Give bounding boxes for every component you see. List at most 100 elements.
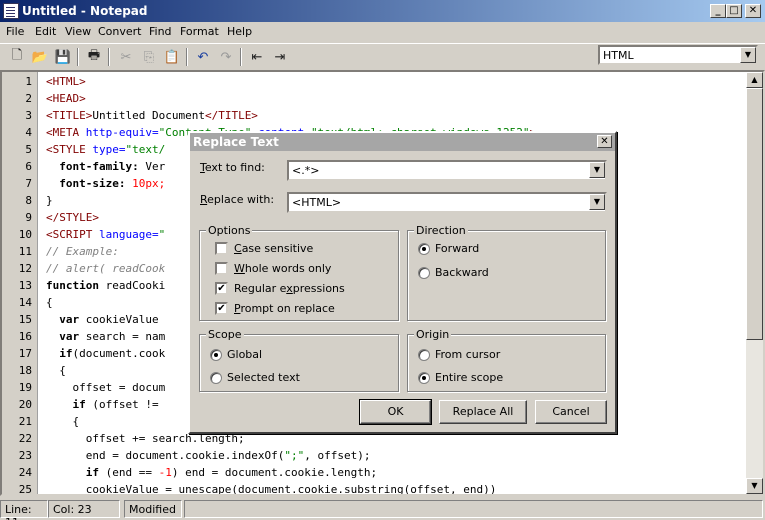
code-token: { bbox=[46, 364, 66, 377]
entire-scope-label[interactable]: Entire scope bbox=[435, 371, 503, 384]
scroll-up-arrow-icon[interactable]: ▲ bbox=[746, 72, 763, 88]
code-token: type= bbox=[85, 143, 126, 156]
code-line[interactable]: <HEAD> bbox=[46, 92, 86, 105]
menu-bar: File Edit View Convert Find Format Help bbox=[0, 22, 765, 41]
cut-icon[interactable]: ✂ bbox=[117, 48, 135, 66]
menu-view[interactable]: View bbox=[65, 25, 91, 38]
code-line[interactable]: { bbox=[46, 415, 79, 428]
dialog-close-button[interactable]: ✕ bbox=[597, 135, 612, 148]
paste-icon[interactable]: 📋 bbox=[163, 48, 181, 66]
vertical-scrollbar[interactable]: ▲ ▼ bbox=[746, 72, 763, 494]
menu-edit[interactable]: Edit bbox=[35, 25, 56, 38]
undo-icon[interactable]: ↶ bbox=[194, 48, 212, 66]
chevron-down-icon[interactable]: ▼ bbox=[589, 194, 605, 210]
language-select[interactable]: HTML ▼ bbox=[598, 45, 758, 65]
find-input[interactable]: <.*> ▼ bbox=[287, 160, 607, 181]
line-number: 17 bbox=[18, 347, 32, 360]
redo-icon[interactable]: ↷ bbox=[217, 48, 235, 66]
code-token: (document.cook bbox=[72, 347, 166, 360]
selected-text-radio[interactable] bbox=[210, 372, 222, 384]
regular-expressions-text: pressions bbox=[292, 282, 345, 295]
code-line[interactable]: cookieValue = unescape(document.cookie.s… bbox=[46, 483, 497, 494]
code-line[interactable]: { bbox=[46, 364, 66, 377]
forward-radio[interactable] bbox=[418, 243, 430, 255]
code-line[interactable]: if (end == -1) end = document.cookie.len… bbox=[46, 466, 377, 479]
case-sensitive-checkbox[interactable] bbox=[215, 242, 228, 255]
prompt-on-replace-checkbox[interactable]: ✔ bbox=[215, 302, 228, 315]
whole-words-checkbox[interactable] bbox=[215, 262, 228, 275]
code-token: <META bbox=[46, 126, 80, 139]
line-number: 25 bbox=[18, 483, 32, 496]
selected-text-label[interactable]: Selected text bbox=[227, 371, 300, 384]
code-line[interactable]: var cookieValue bbox=[46, 313, 158, 326]
print-icon[interactable]: 🖶 bbox=[85, 48, 103, 66]
code-line[interactable]: function readCooki bbox=[46, 279, 165, 292]
close-button[interactable]: ✕ bbox=[745, 4, 761, 18]
code-line[interactable]: font-size: 10px; bbox=[46, 177, 165, 190]
code-line[interactable]: // Example: bbox=[46, 245, 119, 258]
forward-label[interactable]: Forward bbox=[435, 242, 479, 255]
notepad-app-icon[interactable] bbox=[3, 3, 19, 19]
code-line[interactable]: font-family: Ver bbox=[46, 160, 165, 173]
copy-icon[interactable]: ⎘ bbox=[140, 48, 158, 66]
open-folder-icon[interactable]: 📂 bbox=[31, 48, 49, 66]
code-line[interactable]: var search = nam bbox=[46, 330, 165, 343]
line-number: 10 bbox=[18, 228, 32, 241]
code-token: ";" bbox=[284, 449, 305, 462]
toolbar-separator bbox=[108, 48, 110, 66]
replace-all-button[interactable]: Replace All bbox=[439, 400, 527, 424]
global-label[interactable]: Global bbox=[227, 348, 262, 361]
global-radio[interactable] bbox=[210, 349, 222, 361]
code-line[interactable]: <TITLE>Untitled Document</TITLE> bbox=[46, 109, 258, 122]
line-number: 2 bbox=[25, 92, 32, 105]
code-token: Ver bbox=[138, 160, 166, 173]
backward-label[interactable]: Backward bbox=[435, 266, 489, 279]
ok-button[interactable]: OK bbox=[359, 399, 432, 425]
menu-help[interactable]: Help bbox=[227, 25, 252, 38]
menu-format[interactable]: Format bbox=[180, 25, 219, 38]
new-file-icon[interactable]: 🗋 bbox=[8, 48, 26, 66]
code-line[interactable]: <HTML> bbox=[46, 75, 86, 88]
save-icon[interactable]: 💾 bbox=[54, 48, 72, 66]
code-line[interactable]: // alert( readCook bbox=[46, 262, 165, 275]
whole-words-label[interactable]: Whole words only bbox=[234, 262, 331, 275]
code-token: </TITLE> bbox=[204, 109, 258, 122]
regular-expressions-checkbox[interactable]: ✔ bbox=[215, 282, 228, 295]
regular-expressions-label[interactable]: Regular expressions bbox=[234, 282, 345, 295]
from-cursor-radio[interactable] bbox=[418, 349, 430, 361]
menu-file[interactable]: File bbox=[6, 25, 24, 38]
prompt-on-replace-label[interactable]: Prompt on replace bbox=[234, 302, 335, 315]
status-modified: Modified bbox=[124, 500, 182, 518]
code-line[interactable]: end = document.cookie.indexOf(";", offse… bbox=[46, 449, 371, 462]
scrollbar-thumb[interactable] bbox=[746, 88, 763, 340]
code-token: var bbox=[46, 313, 80, 326]
language-value: HTML bbox=[603, 49, 634, 62]
line-number: 13 bbox=[18, 279, 32, 292]
chevron-down-icon[interactable]: ▼ bbox=[740, 47, 756, 63]
code-line[interactable]: offset = docum bbox=[46, 381, 165, 394]
code-line[interactable]: <STYLE type="text/ bbox=[46, 143, 165, 156]
code-line[interactable]: </STYLE> bbox=[46, 211, 99, 224]
outdent-icon[interactable]: ⇤ bbox=[248, 48, 266, 66]
case-sensitive-label[interactable]: Case sensitive bbox=[234, 242, 313, 255]
replace-input[interactable]: <HTML> ▼ bbox=[287, 192, 607, 213]
entire-scope-radio[interactable] bbox=[418, 372, 430, 384]
indent-icon[interactable]: ⇥ bbox=[271, 48, 289, 66]
code-line[interactable]: if(document.cook bbox=[46, 347, 165, 360]
maximize-button[interactable]: □ bbox=[726, 4, 742, 18]
scroll-down-arrow-icon[interactable]: ▼ bbox=[746, 478, 763, 494]
code-line[interactable]: { bbox=[46, 296, 53, 309]
minimize-button[interactable]: _ bbox=[710, 4, 726, 18]
code-line[interactable]: <SCRIPT language=" bbox=[46, 228, 165, 241]
chevron-down-icon[interactable]: ▼ bbox=[589, 162, 605, 178]
menu-convert[interactable]: Convert bbox=[98, 25, 142, 38]
cancel-button[interactable]: Cancel bbox=[535, 400, 607, 424]
code-line[interactable]: if (offset != bbox=[46, 398, 158, 411]
line-number: 12 bbox=[18, 262, 32, 275]
backward-radio[interactable] bbox=[418, 267, 430, 279]
code-line[interactable]: } bbox=[46, 194, 53, 207]
find-label: Text to find: bbox=[200, 161, 265, 174]
line-number: 16 bbox=[18, 330, 32, 343]
menu-find[interactable]: Find bbox=[149, 25, 172, 38]
from-cursor-label[interactable]: From cursor bbox=[435, 348, 500, 361]
